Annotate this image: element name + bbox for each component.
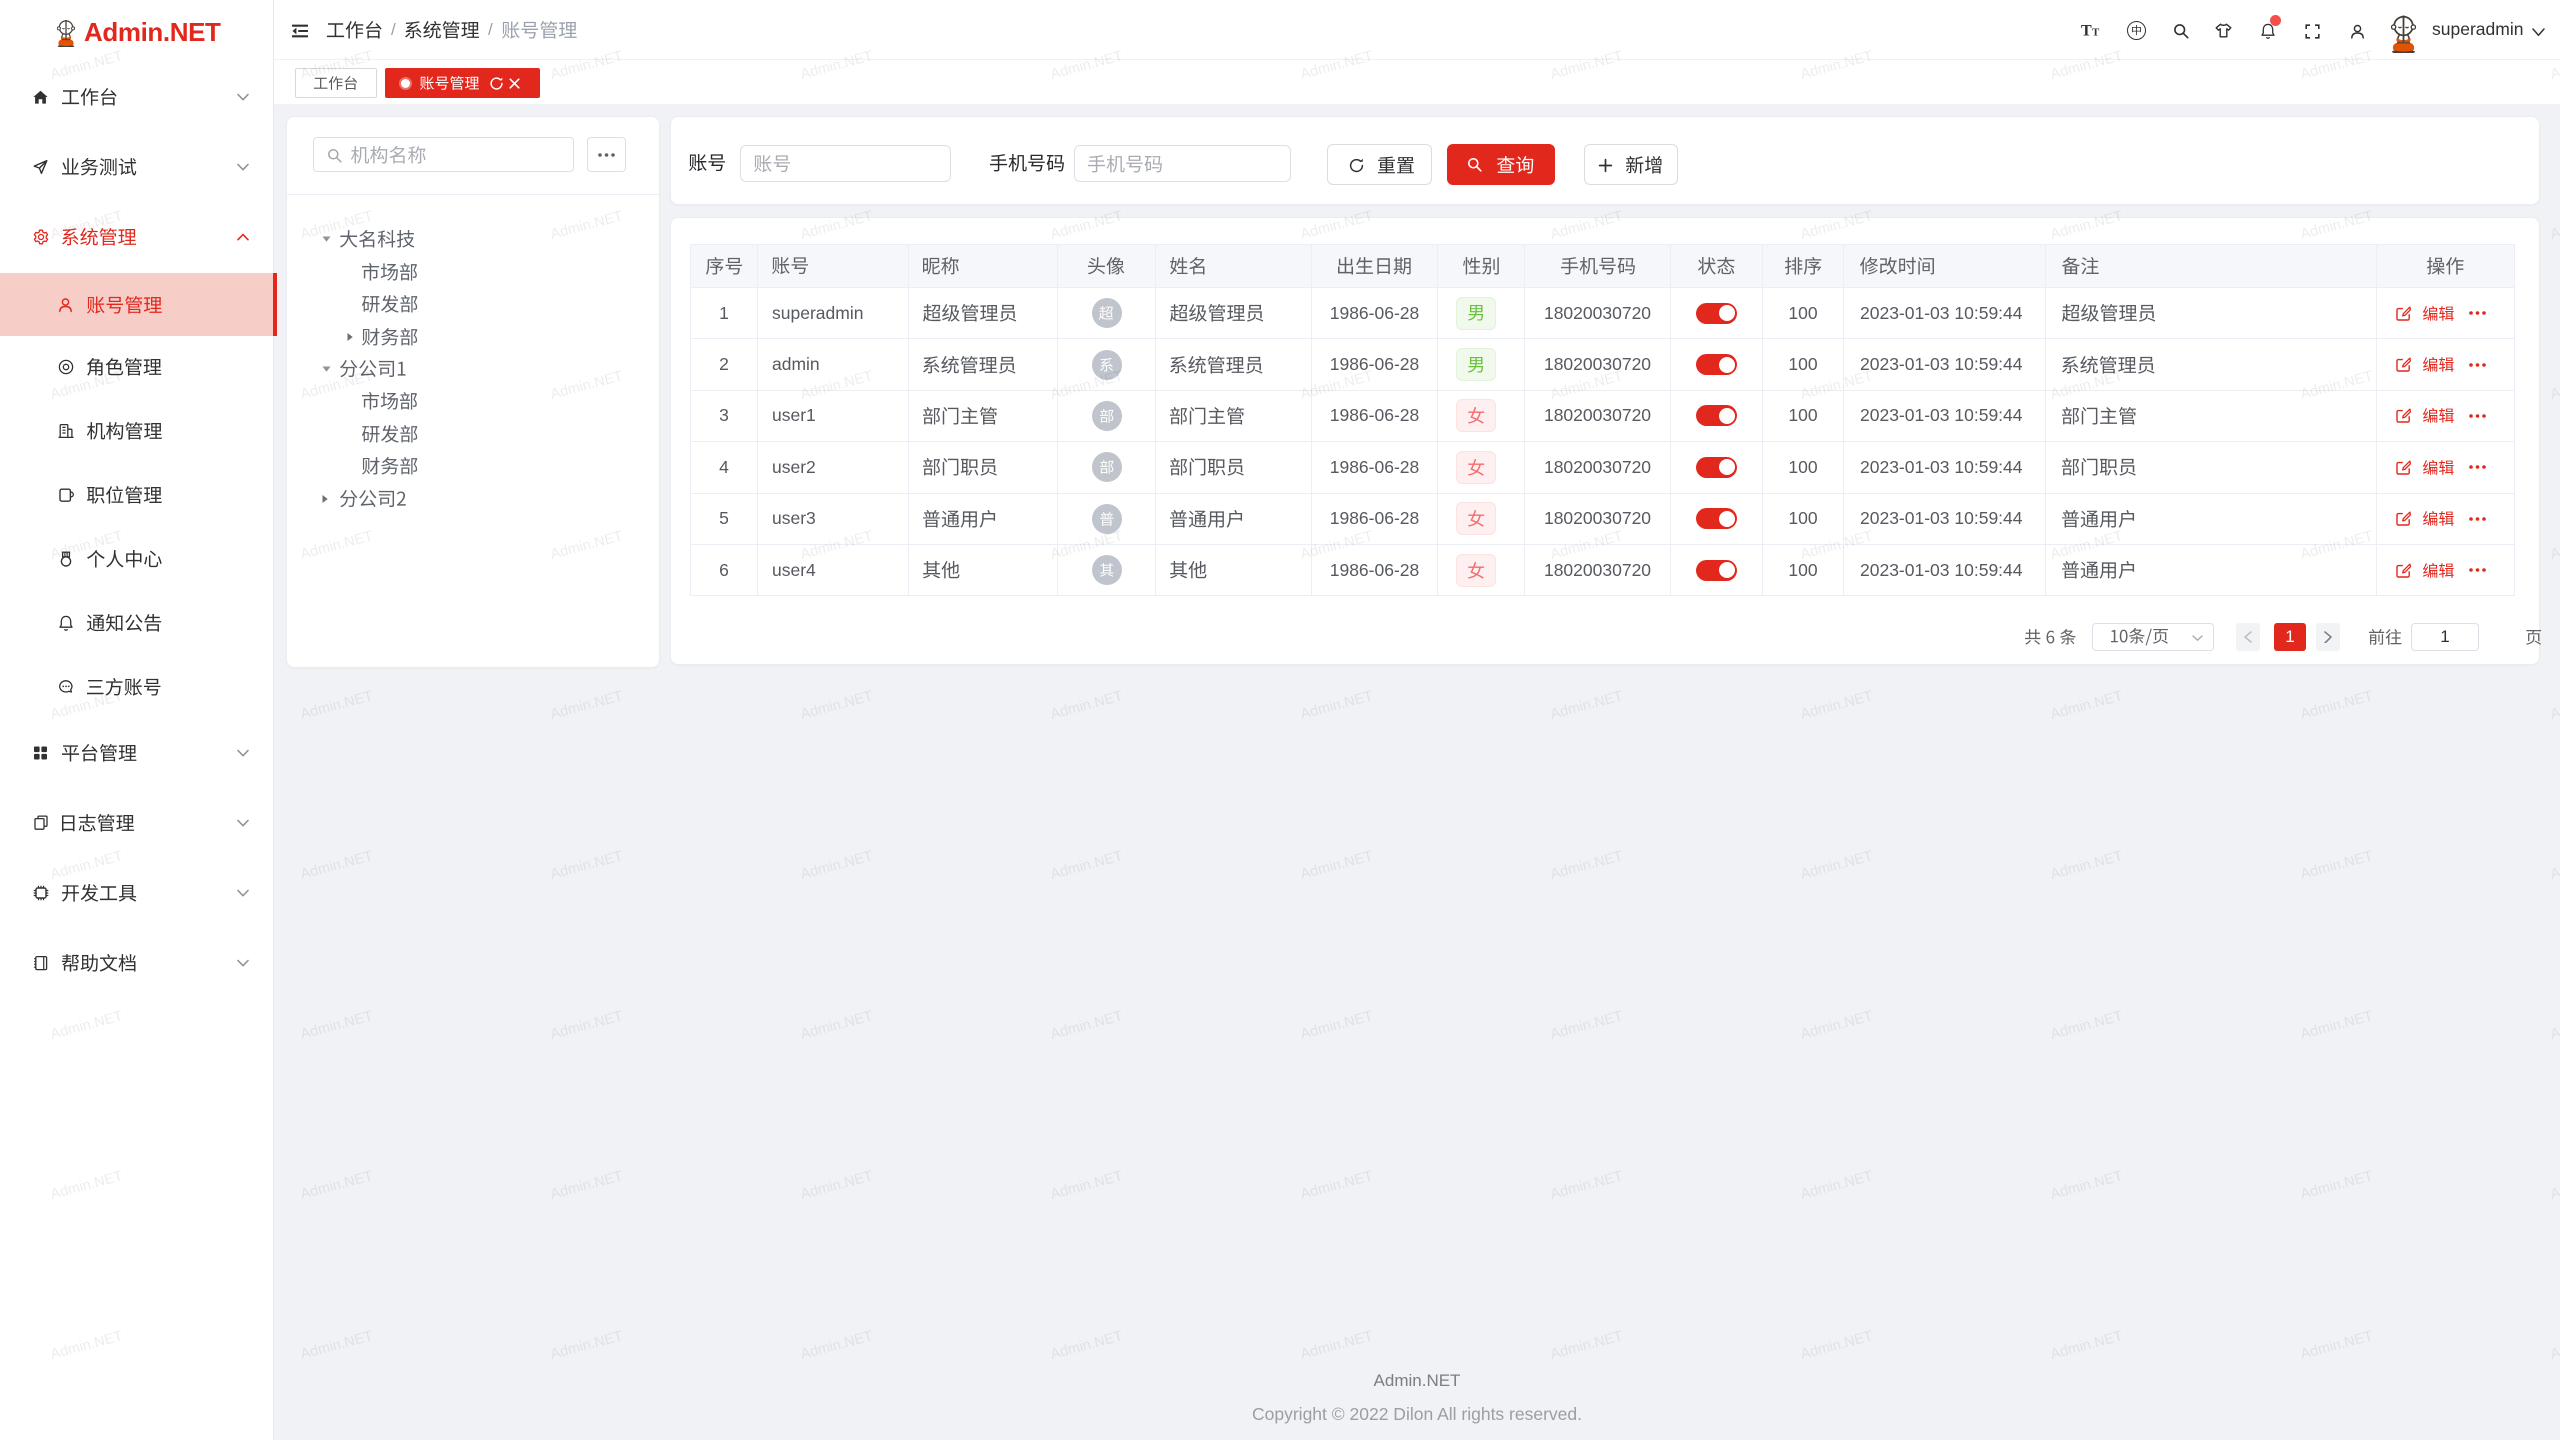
svg-text:T: T (2092, 27, 2100, 39)
svg-text:T: T (2081, 23, 2092, 39)
